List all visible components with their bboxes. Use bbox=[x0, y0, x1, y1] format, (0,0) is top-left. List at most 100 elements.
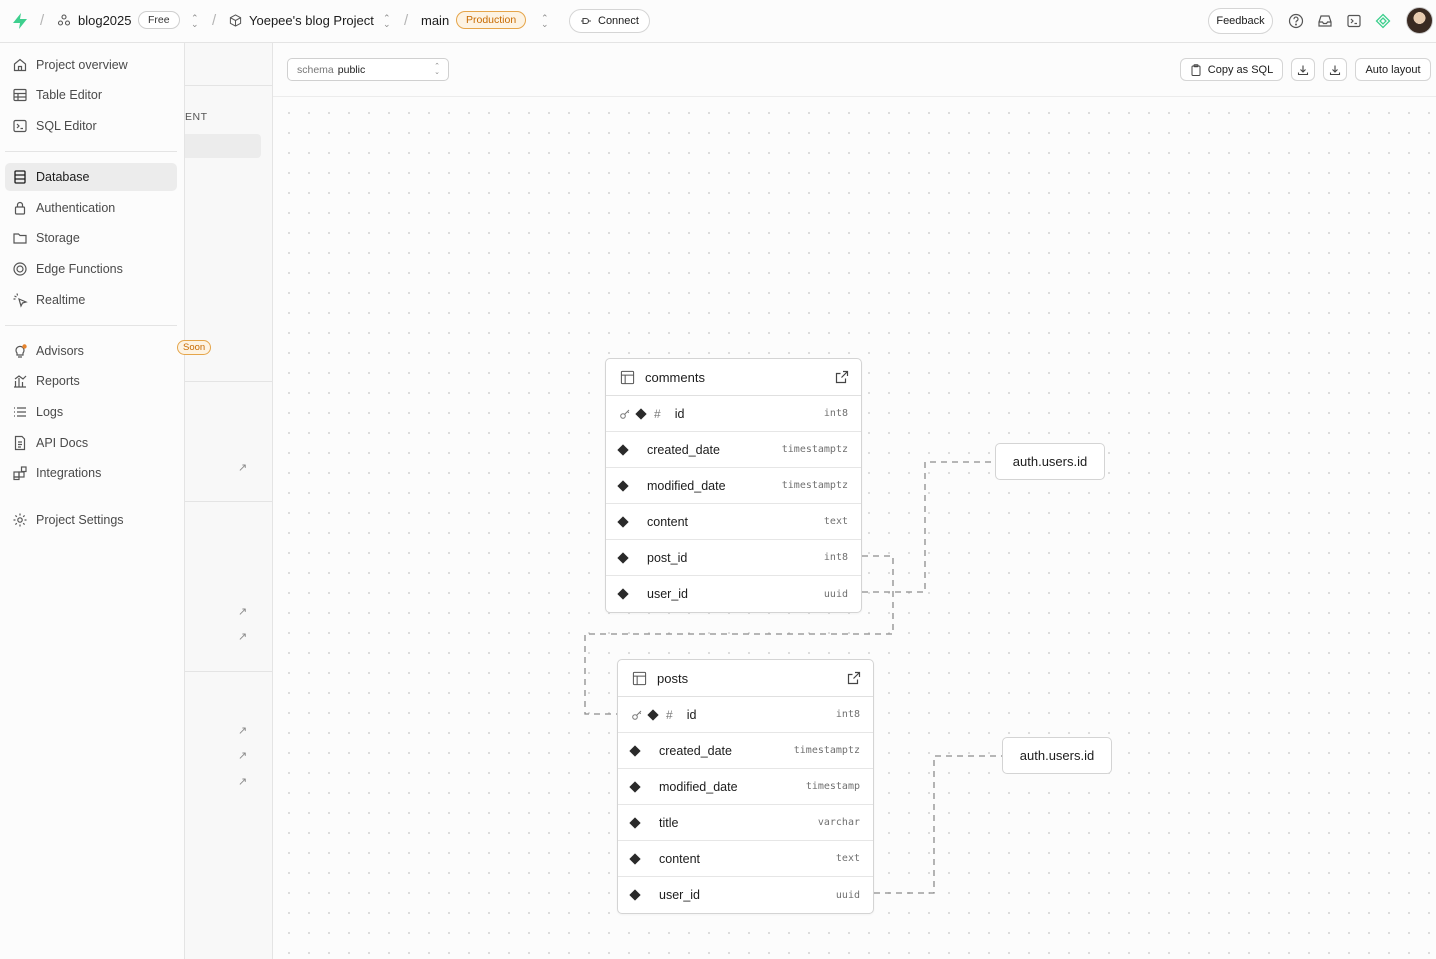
terminal-icon[interactable] bbox=[1343, 10, 1365, 32]
supabase-logo-icon[interactable] bbox=[11, 12, 29, 30]
download-icon bbox=[1297, 65, 1309, 75]
sidebar-item-storage[interactable]: Storage bbox=[5, 224, 177, 252]
reference-node-auth-users[interactable]: auth.users.id bbox=[995, 443, 1105, 480]
auto-layout-button[interactable]: Auto layout bbox=[1355, 58, 1431, 81]
sidebar-item-edge-functions[interactable]: Edge Functions bbox=[5, 255, 177, 283]
feedback-button[interactable]: Feedback bbox=[1208, 8, 1273, 34]
table-icon bbox=[620, 370, 635, 384]
plan-badge: Free bbox=[138, 11, 180, 29]
env-badge: Production bbox=[456, 11, 527, 29]
column-name: created_date bbox=[659, 743, 732, 758]
sidebar-item-label: Realtime bbox=[36, 293, 86, 307]
external-link-icon[interactable]: ↗ bbox=[238, 749, 247, 762]
external-link-icon[interactable]: ↗ bbox=[238, 630, 247, 643]
reference-node-auth-users[interactable]: auth.users.id bbox=[1002, 737, 1112, 774]
not-null-icon bbox=[647, 708, 659, 721]
table-node-comments[interactable]: comments # id int8 created_date timestam… bbox=[605, 358, 862, 613]
assistant-icon[interactable] bbox=[1372, 10, 1394, 32]
sidebar-item-realtime[interactable]: Realtime bbox=[5, 286, 177, 314]
table-icon bbox=[13, 88, 27, 102]
column-row: # id int8 bbox=[606, 396, 861, 432]
top-bar: / blog2025 Free ⌃ ⌄ / Yoepee's blog Proje… bbox=[0, 0, 1436, 43]
panel-divider bbox=[185, 381, 273, 382]
sidebar-item-label: Integrations bbox=[36, 466, 102, 480]
org-icon bbox=[57, 13, 71, 27]
sidebar-item-reports[interactable]: Reports bbox=[5, 367, 177, 395]
terminal-icon bbox=[13, 119, 27, 133]
breadcrumb-separator: / bbox=[40, 12, 45, 29]
schema-select[interactable]: schema public ⌃ ⌄ bbox=[287, 58, 449, 81]
sidebar-item-integrations[interactable]: Integrations bbox=[5, 459, 177, 487]
column-type: uuid bbox=[835, 889, 860, 901]
open-table-icon[interactable] bbox=[835, 370, 849, 384]
sidebar-item-label: Storage bbox=[36, 231, 80, 245]
not-null-icon bbox=[617, 551, 629, 564]
sidebar-item-advisors[interactable]: Advisors bbox=[5, 337, 177, 365]
table-node-posts[interactable]: posts # id int8 created_date timestamptz… bbox=[617, 659, 874, 914]
column-row: content text bbox=[618, 841, 873, 877]
open-table-icon[interactable] bbox=[847, 671, 861, 685]
copy-as-sql-label: Copy as SQL bbox=[1207, 63, 1274, 76]
not-null-icon bbox=[617, 515, 629, 528]
column-name: modified_date bbox=[659, 779, 738, 794]
sidebar-item-label: Authentication bbox=[36, 201, 116, 215]
project-switcher-chevron-icon[interactable]: ⌃ ⌄ bbox=[383, 14, 391, 29]
external-link-icon[interactable]: ↗ bbox=[238, 724, 247, 737]
download-icon bbox=[1329, 65, 1341, 75]
connect-button[interactable]: Connect bbox=[569, 9, 650, 33]
org-switcher-chevron-icon[interactable]: ⌃ ⌄ bbox=[191, 14, 199, 29]
branch-switcher-chevron-icon[interactable]: ⌃ ⌄ bbox=[541, 14, 549, 29]
sidebar-item-table-editor[interactable]: Table Editor bbox=[5, 81, 177, 109]
not-null-icon bbox=[629, 816, 641, 829]
sidebar-item-project-settings[interactable]: Project Settings bbox=[5, 506, 177, 534]
org-name[interactable]: blog2025 bbox=[78, 13, 132, 28]
not-null-icon bbox=[635, 407, 647, 420]
feedback-label: Feedback bbox=[1216, 15, 1265, 27]
column-row: # id int8 bbox=[618, 697, 873, 733]
inbox-icon[interactable] bbox=[1314, 10, 1336, 32]
sidebar-item-label: Edge Functions bbox=[36, 262, 123, 276]
not-null-icon bbox=[617, 479, 629, 492]
external-link-icon[interactable]: ↗ bbox=[238, 775, 247, 788]
panel-divider bbox=[185, 501, 273, 502]
help-icon[interactable] bbox=[1285, 10, 1307, 32]
database-icon bbox=[14, 170, 26, 184]
gear-icon bbox=[13, 513, 27, 527]
breadcrumb-separator: / bbox=[212, 12, 217, 29]
column-type: timestamp bbox=[805, 781, 860, 792]
column-name: post_id bbox=[647, 550, 688, 565]
download-svg-button[interactable] bbox=[1323, 58, 1347, 81]
panel-active-item[interactable] bbox=[185, 134, 261, 158]
sidebar-item-label: Logs bbox=[36, 405, 64, 419]
not-null-icon bbox=[617, 588, 629, 600]
sidebar-item-authentication[interactable]: Authentication bbox=[5, 194, 177, 222]
list-icon bbox=[14, 407, 26, 417]
sidebar-item-database[interactable]: Database bbox=[5, 163, 177, 191]
sidebar-item-label: Advisors bbox=[36, 344, 84, 358]
sidebar-item-label: SQL Editor bbox=[36, 119, 97, 133]
key-icon bbox=[632, 710, 642, 720]
avatar[interactable] bbox=[1406, 7, 1433, 34]
sidebar-item-sql-editor[interactable]: SQL Editor bbox=[5, 112, 177, 140]
schema-select-value: public bbox=[337, 63, 366, 76]
project-name[interactable]: Yoepee's blog Project bbox=[249, 13, 374, 28]
sidebar: Project overview Table Editor SQL Editor… bbox=[0, 43, 185, 959]
sidebar-item-logs[interactable]: Logs bbox=[5, 398, 177, 426]
breadcrumb-separator: / bbox=[404, 12, 409, 29]
auto-layout-label: Auto layout bbox=[1365, 63, 1421, 76]
download-png-button[interactable] bbox=[1291, 58, 1315, 81]
table-name: posts bbox=[657, 670, 689, 686]
lightbulb-icon bbox=[15, 344, 27, 358]
column-name: title bbox=[659, 815, 679, 830]
identity-hash-icon: # bbox=[654, 406, 661, 421]
sidebar-item-project-overview[interactable]: Project overview bbox=[5, 51, 177, 79]
key-icon bbox=[620, 409, 630, 419]
external-link-icon[interactable]: ↗ bbox=[238, 461, 247, 474]
branch-name[interactable]: main bbox=[421, 13, 449, 28]
column-type: int8 bbox=[823, 552, 848, 563]
copy-as-sql-button[interactable]: Copy as SQL bbox=[1180, 58, 1283, 81]
lock-icon bbox=[14, 201, 26, 215]
external-link-icon[interactable]: ↗ bbox=[238, 605, 247, 618]
column-type: int8 bbox=[823, 408, 848, 419]
sidebar-item-api-docs[interactable]: API Docs bbox=[5, 429, 177, 457]
